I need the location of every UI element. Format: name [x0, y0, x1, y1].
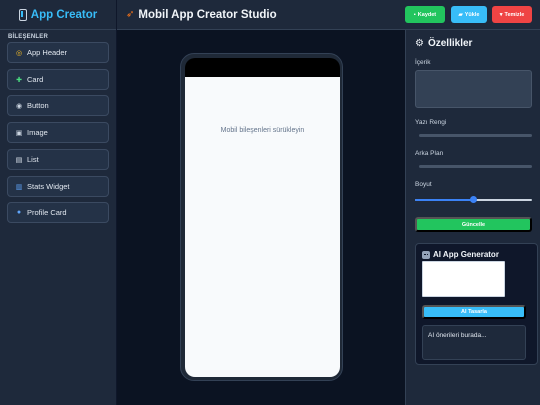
ai-design-button[interactable]: AI Tasarla: [422, 305, 526, 319]
component-image[interactable]: ▣ Image: [7, 122, 109, 143]
size-slider[interactable]: [415, 196, 532, 203]
save-button[interactable]: ▪ Kaydet: [405, 6, 445, 23]
load-button-label: Yükle: [464, 11, 480, 18]
radio-button-icon: ◉: [15, 102, 23, 110]
app-root: App Creator BİLEŞENLER ◎ App Header ✚ Ca…: [0, 0, 540, 405]
top-header: ➶ Mobil App Creator Studio ▪ Kaydet ▰ Yü…: [117, 0, 540, 30]
gear-icon: ⚙: [415, 38, 424, 49]
folder-icon: ▰: [458, 11, 463, 18]
slider-thumb[interactable]: [470, 196, 477, 203]
properties-title-wrap: ⚙ Özellikler: [415, 38, 472, 49]
component-list[interactable]: ▤ List: [7, 149, 109, 170]
sidebar: App Creator BİLEŞENLER ◎ App Header ✚ Ca…: [0, 0, 117, 405]
component-label: Card: [27, 75, 44, 84]
ai-generator-card: AI App Generator AI Tasarla AI önerileri…: [415, 243, 538, 365]
content-label: İçerik: [415, 59, 431, 66]
brand-title: App Creator: [30, 8, 98, 21]
design-canvas: Mobil bileşenleri sürükleyin: [117, 30, 405, 405]
text-color-input[interactable]: [419, 134, 532, 137]
component-button[interactable]: ◉ Button: [7, 95, 109, 116]
mobile-phone-icon: [18, 8, 27, 21]
phone-frame: Mobil bileşenleri sürükleyin: [180, 53, 343, 381]
component-label: Image: [27, 128, 48, 137]
update-button[interactable]: Güncelle: [415, 217, 532, 232]
component-label: Profile Card: [27, 208, 67, 217]
robot-icon: [422, 250, 430, 259]
slider-fill: [415, 199, 474, 201]
ai-prompt-input[interactable]: [422, 261, 505, 297]
component-label: Button: [27, 101, 49, 110]
component-profile-card[interactable]: ● Profile Card: [7, 202, 109, 223]
component-label: List: [27, 155, 39, 164]
text-color-label: Yazı Rengi: [415, 119, 447, 126]
component-app-header[interactable]: ◎ App Header: [7, 42, 109, 63]
trash-icon: ▾: [499, 11, 503, 18]
dropzone-placeholder: Mobil bileşenleri sürükleyin: [220, 127, 305, 134]
load-button[interactable]: ▰ Yükle: [451, 6, 487, 23]
content-textarea[interactable]: [415, 70, 532, 108]
clear-button[interactable]: ▾ Temizle: [492, 6, 532, 23]
ai-title: AI App Generator: [433, 250, 499, 259]
page-title: Mobil App Creator Studio: [138, 8, 277, 21]
user-icon: ●: [16, 209, 22, 216]
properties-panel: ⚙ Özellikler İçerik Yazı Rengi Arka Plan…: [405, 30, 540, 405]
puzzle-icon: ✚: [16, 76, 22, 84]
page-title-wrap: ➶ Mobil App Creator Studio: [126, 9, 277, 21]
brand: App Creator: [0, 0, 116, 30]
component-card[interactable]: ✚ Card: [7, 69, 109, 90]
component-label: App Header: [27, 48, 68, 57]
phone-screen-dropzone[interactable]: Mobil bileşenleri sürükleyin: [185, 77, 340, 377]
bar-chart-icon: ▥: [15, 183, 23, 191]
ai-suggestions-output: AI önerileri burada...: [422, 325, 526, 360]
clipboard-icon: ▤: [15, 156, 23, 164]
floppy-icon: ▪: [413, 11, 416, 18]
component-stats-widget[interactable]: ▥ Stats Widget: [7, 176, 109, 197]
background-label: Arka Plan: [415, 150, 444, 157]
components-section-label: BİLEŞENLER: [8, 34, 49, 40]
component-label: Stats Widget: [27, 182, 70, 191]
clear-button-label: Temizle: [504, 11, 525, 18]
size-label: Boyut: [415, 181, 432, 188]
background-color-input[interactable]: [419, 165, 532, 168]
picture-icon: ▣: [15, 129, 23, 137]
phone-notch: [185, 58, 340, 77]
ai-title-wrap: AI App Generator: [422, 250, 499, 259]
compass-icon: ◎: [15, 49, 23, 57]
save-button-label: Kaydet: [417, 11, 437, 18]
rocket-icon: ➶: [126, 9, 135, 20]
properties-title: Özellikler: [427, 38, 473, 49]
